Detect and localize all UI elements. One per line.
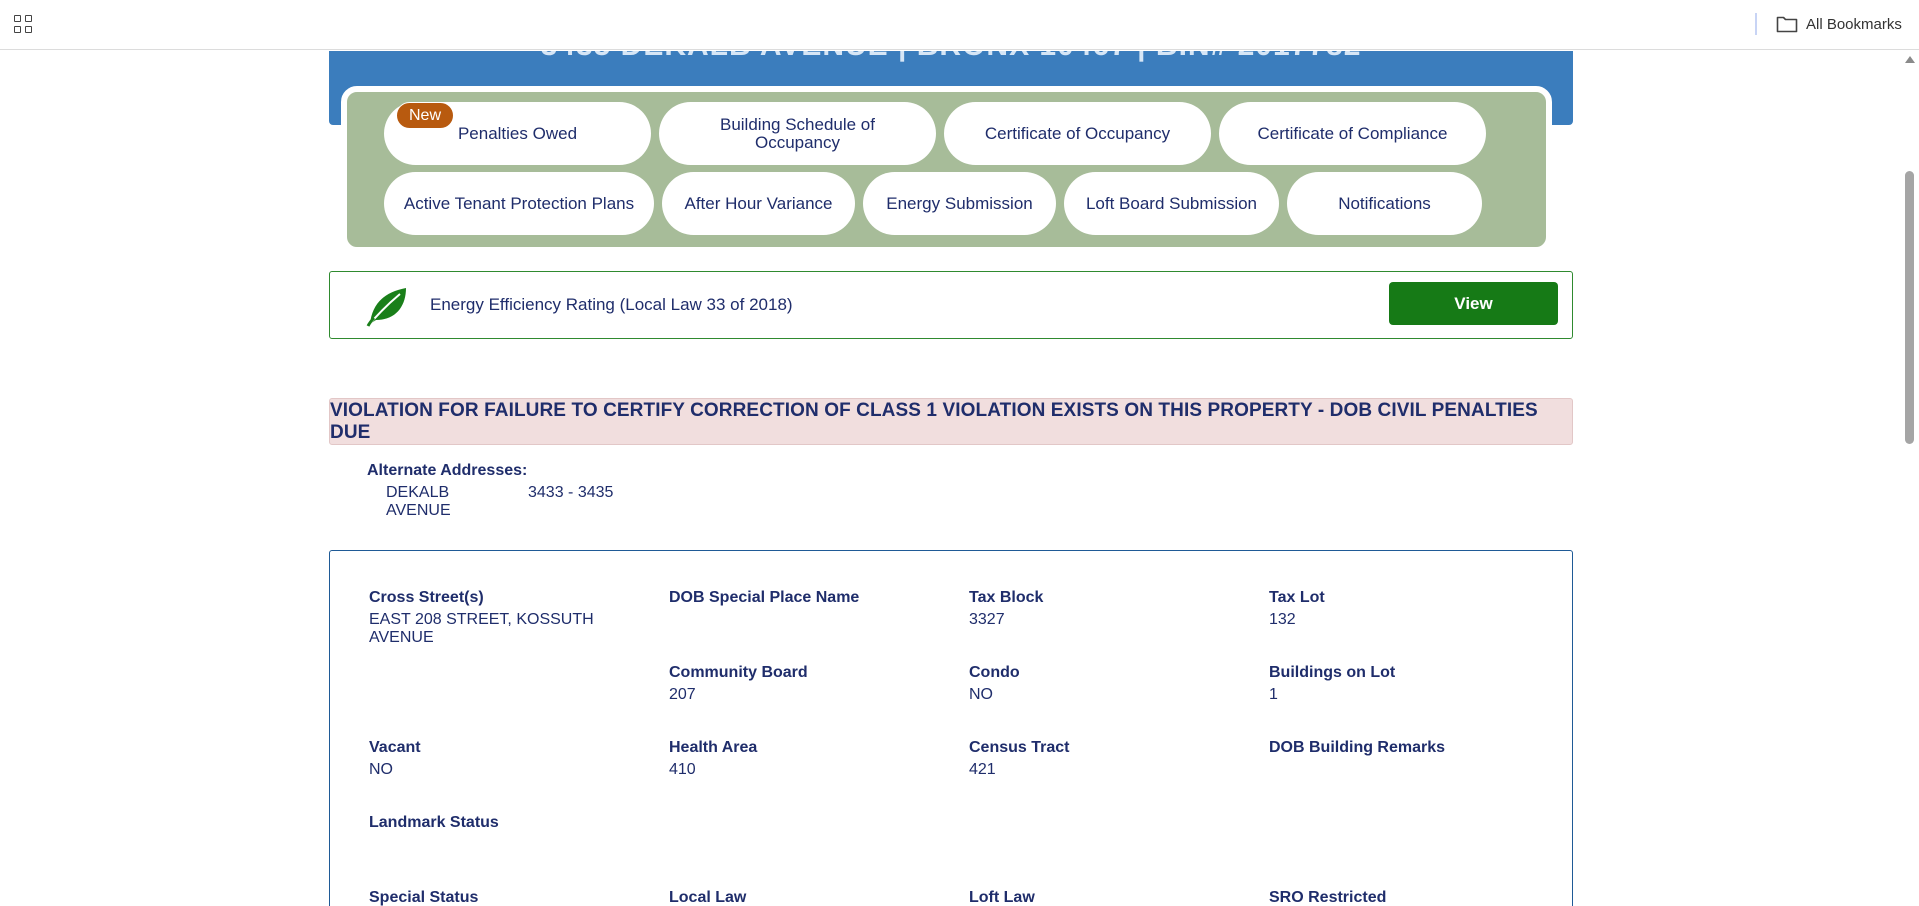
alternate-addresses-title: Alternate Addresses: bbox=[367, 462, 528, 479]
field-label: Community Board bbox=[669, 664, 808, 681]
field-value: 132 bbox=[1269, 611, 1296, 628]
tab-loft-board-submission[interactable]: Loft Board Submission bbox=[1064, 172, 1279, 235]
tab-label: Penalties Owed bbox=[457, 123, 578, 143]
field-label: DOB Building Remarks bbox=[1269, 739, 1446, 756]
tab-certificate-of-occupancy[interactable]: Certificate of Occupancy bbox=[944, 102, 1211, 165]
alternate-house-range: 3433 - 3435 bbox=[528, 484, 614, 501]
field-local-law: Local Law bbox=[669, 888, 949, 906]
field-loft-law: Loft Law bbox=[969, 888, 1249, 906]
field-label: Landmark Status bbox=[369, 814, 499, 831]
energy-rating-box: Energy Efficiency Rating (Local Law 33 o… bbox=[329, 271, 1573, 339]
field-value: 207 bbox=[669, 686, 696, 703]
field-label: Buildings on Lot bbox=[1269, 664, 1396, 681]
field-label: Local Law bbox=[669, 889, 747, 906]
tab-label: Certificate of Compliance bbox=[1257, 123, 1448, 143]
field-census-tract: Census Tract 421 bbox=[969, 738, 1249, 779]
tab-label: Certificate of Occupancy bbox=[984, 123, 1171, 143]
field-buildings-on-lot: Buildings on Lot 1 bbox=[1269, 663, 1549, 704]
bookmarks-divider bbox=[1755, 13, 1757, 35]
field-special-status: Special Status bbox=[369, 888, 649, 906]
alternate-street: DEKALB AVENUE bbox=[386, 484, 451, 519]
field-value: 3327 bbox=[969, 611, 1005, 628]
field-label: Health Area bbox=[669, 739, 758, 756]
tab-label: Energy Submission bbox=[886, 193, 1033, 213]
field-label: Loft Law bbox=[969, 889, 1035, 906]
field-building-remarks: DOB Building Remarks bbox=[1269, 738, 1549, 761]
field-label: Census Tract bbox=[969, 739, 1070, 756]
field-tax-lot: Tax Lot 132 bbox=[1269, 588, 1549, 629]
field-value: EAST 208 STREET, KOSSUTH AVENUE bbox=[369, 611, 594, 646]
tab-after-hour-variance[interactable]: After Hour Variance bbox=[662, 172, 855, 235]
property-tabs-panel: Penalties Owed New Building Schedule of … bbox=[341, 86, 1552, 253]
new-badge: New bbox=[396, 102, 455, 129]
tab-certificate-of-compliance[interactable]: Certificate of Compliance bbox=[1219, 102, 1486, 165]
field-label: SRO Restricted bbox=[1269, 889, 1387, 906]
energy-rating-text: Energy Efficiency Rating (Local Law 33 o… bbox=[430, 295, 793, 314]
tab-label: Building Schedule of Occupancy bbox=[719, 114, 875, 152]
tab-label: After Hour Variance bbox=[684, 193, 833, 213]
tab-notifications[interactable]: Notifications bbox=[1287, 172, 1482, 235]
field-label: Tax Lot bbox=[1269, 589, 1325, 606]
tab-label: Notifications bbox=[1338, 193, 1431, 213]
field-tax-block: Tax Block 3327 bbox=[969, 588, 1249, 629]
field-community-board: Community Board 207 bbox=[669, 663, 949, 704]
property-details-box: Cross Street(s) EAST 208 STREET, KOSSUTH… bbox=[329, 550, 1573, 906]
field-value: 421 bbox=[969, 761, 996, 778]
tab-building-schedule-of-occupancy[interactable]: Building Schedule of Occupancy bbox=[659, 102, 936, 165]
tab-label: Active Tenant Protection Plans bbox=[403, 193, 635, 213]
field-value: NO bbox=[369, 761, 393, 778]
field-condo: Condo NO bbox=[969, 663, 1249, 704]
field-special-place-name: DOB Special Place Name bbox=[669, 588, 949, 611]
violation-banner: VIOLATION FOR FAILURE TO CERTIFY CORRECT… bbox=[329, 398, 1573, 445]
all-bookmarks-button[interactable]: All Bookmarks bbox=[1776, 12, 1902, 36]
bookmarks-bar: All Bookmarks bbox=[0, 0, 1919, 50]
leaf-icon bbox=[366, 288, 406, 327]
tab-energy-submission[interactable]: Energy Submission bbox=[863, 172, 1056, 235]
page-content: 3435 DEKALB AVENUE | BRONX 10467 | BIN# … bbox=[0, 51, 1900, 906]
field-label: Condo bbox=[969, 664, 1020, 681]
field-value: 410 bbox=[669, 761, 696, 778]
view-button[interactable]: View bbox=[1389, 282, 1558, 325]
field-vacant: Vacant NO bbox=[369, 738, 649, 779]
scroll-up-arrow-icon[interactable] bbox=[1905, 56, 1915, 63]
field-landmark-status: Landmark Status bbox=[369, 813, 649, 836]
field-label: DOB Special Place Name bbox=[669, 589, 860, 606]
field-label: Vacant bbox=[369, 739, 421, 756]
property-address: 3435 DEKALB AVENUE | BRONX 10467 | BIN# … bbox=[329, 51, 1573, 63]
field-cross-streets: Cross Street(s) EAST 208 STREET, KOSSUTH… bbox=[369, 588, 599, 647]
apps-grid-icon[interactable] bbox=[14, 15, 34, 35]
field-value: NO bbox=[969, 686, 993, 703]
folder-icon bbox=[1776, 16, 1798, 33]
field-label: Tax Block bbox=[969, 589, 1044, 606]
page-scrollbar[interactable] bbox=[1900, 51, 1919, 906]
field-label: Cross Street(s) bbox=[369, 589, 484, 606]
scrollbar-thumb[interactable] bbox=[1905, 171, 1914, 444]
all-bookmarks-label: All Bookmarks bbox=[1806, 15, 1902, 33]
tab-label: Loft Board Submission bbox=[1085, 193, 1258, 213]
field-health-area: Health Area 410 bbox=[669, 738, 949, 779]
field-sro-restricted: SRO Restricted bbox=[1269, 888, 1549, 906]
tab-active-tenant-protection-plans[interactable]: Active Tenant Protection Plans bbox=[384, 172, 654, 235]
field-label: Special Status bbox=[369, 889, 479, 906]
field-value: 1 bbox=[1269, 686, 1278, 703]
